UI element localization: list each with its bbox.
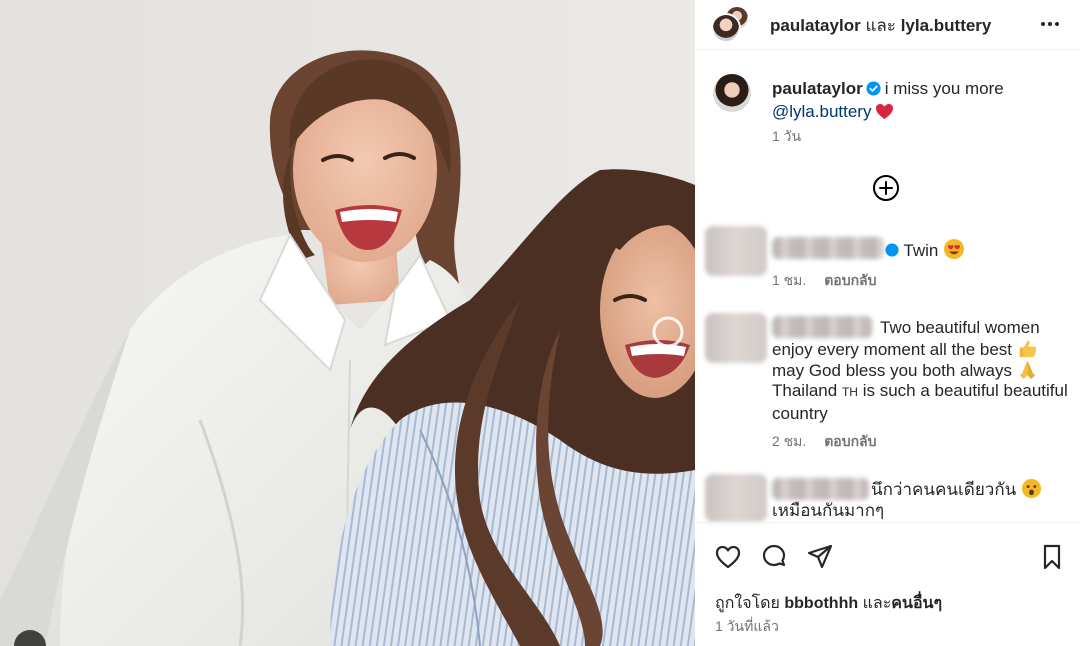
likes-summary[interactable]: ถูกใจโดย bbbothhh และคนอื่นๆ	[715, 591, 942, 616]
paper-plane-icon[interactable]	[806, 543, 834, 571]
heart-eyes-emoji-icon	[944, 239, 965, 259]
caption-body: i miss you more	[884, 79, 1004, 98]
post-authors: paulataylor และ lyla.buttery	[770, 12, 991, 39]
comment-text: Two beautiful women enjoy every moment a…	[772, 318, 1040, 359]
more-options-icon[interactable]	[1038, 12, 1062, 36]
post-header: paulataylor และ lyla.buttery	[695, 0, 1080, 50]
post-side-panel: paulataylor และ lyla.buttery paulataylor…	[695, 0, 1080, 646]
comment-username-blurred[interactable]	[772, 478, 869, 500]
verified-badge-icon	[885, 243, 899, 257]
header-avatars[interactable]	[711, 5, 750, 43]
comment-text-line: may God bless you both always	[772, 359, 1072, 381]
caption-timestamp[interactable]: 1 วัน	[772, 126, 801, 148]
comment-avatar-blurred[interactable]	[705, 474, 767, 522]
comment-text: Twin	[885, 238, 1065, 261]
comment-avatar-blurred[interactable]	[705, 226, 767, 276]
reply-button[interactable]: ตอบกลับ	[824, 433, 876, 449]
post-actions: ถูกใจโดย bbbothhh และคนอื่นๆ 1 วันที่แล้…	[695, 522, 1080, 646]
comment-username-blurred[interactable]	[772, 237, 884, 259]
comment-timestamp[interactable]: 1 ชม.	[772, 272, 806, 288]
likes-others-link[interactable]: คนอื่นๆ	[891, 595, 942, 612]
comment-text-line: เหมือนกันมากๆ	[772, 501, 885, 520]
folded-hands-emoji-icon	[1019, 360, 1035, 380]
caption-mention[interactable]: @lyla.buttery	[772, 102, 871, 121]
post-timestamp[interactable]: 1 วันที่แล้ว	[715, 616, 779, 638]
verified-badge-icon	[866, 81, 881, 96]
comment-icon[interactable]	[760, 543, 788, 571]
caption-username[interactable]: paulataylor	[772, 79, 863, 98]
post-photo[interactable]	[0, 0, 695, 646]
thumbs-up-emoji-icon	[1019, 340, 1036, 358]
author-link-2[interactable]: lyla.buttery	[901, 16, 992, 35]
caption-avatar[interactable]	[713, 74, 751, 112]
comment-meta: 1 ชม. ตอบกลับ	[772, 270, 891, 292]
author-link-1[interactable]: paulataylor	[770, 16, 861, 35]
flag-th-text: TH	[841, 385, 858, 399]
bookmark-icon[interactable]	[1038, 543, 1066, 571]
comment-avatar-blurred[interactable]	[705, 313, 767, 363]
comment-text: นึกว่าคนคนเดียวกัน	[871, 478, 1071, 500]
plus-circle-icon[interactable]	[871, 173, 901, 203]
likes-user-link[interactable]: bbbothhh	[784, 595, 858, 612]
reply-button[interactable]: ตอบกลับ	[824, 272, 876, 288]
photo-illustration	[0, 0, 695, 646]
avatar-paula[interactable]	[711, 13, 741, 43]
caption-text: paulataylor i miss you more @lyla.buttery	[772, 77, 1062, 123]
comment-timestamp[interactable]: 2 ชม.	[772, 433, 806, 449]
surprised-face-emoji-icon	[1021, 478, 1042, 499]
comment-text-line: Thailand TH is such a beautiful beautifu…	[772, 381, 1068, 423]
red-heart-emoji-icon	[876, 103, 894, 120]
heart-outline-icon[interactable]	[714, 543, 742, 571]
author-joiner: และ	[865, 16, 896, 35]
comment-meta: 2 ชม. ตอบกลับ	[772, 431, 891, 453]
